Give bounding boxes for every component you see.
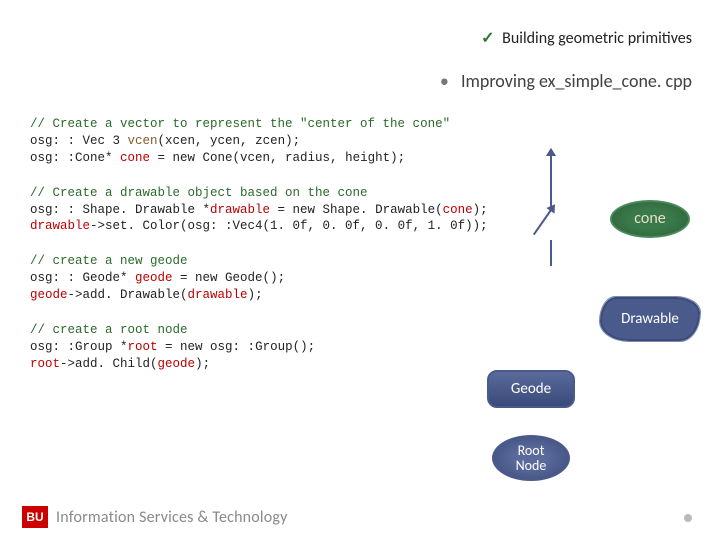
- code-comment: // Create a vector to represent the "cen…: [30, 116, 690, 133]
- page-dot-icon: [684, 514, 692, 522]
- arrow-icon: [550, 240, 552, 266]
- code-line: osg: : Vec 3 vcen(xcen, ycen, zcen);: [30, 133, 690, 150]
- check-icon: ✓: [481, 29, 494, 48]
- bullet-label: Improving ex_simple_cone. cpp: [461, 70, 692, 92]
- bullet-item: • Improving ex_simple_cone. cpp: [0, 70, 692, 92]
- node-label: Root Node: [516, 443, 547, 474]
- node-label: cone: [634, 210, 665, 228]
- node-label: Drawable: [621, 311, 679, 328]
- bullet-icon: •: [440, 70, 449, 92]
- checked-label: Building geometric primitives: [502, 29, 692, 48]
- scene-graph-diagram: cone Drawable Geode Root Node: [550, 155, 690, 485]
- diagram-node-root: Root Node: [492, 435, 570, 481]
- bu-logo: BU: [22, 506, 48, 528]
- node-label: Geode: [511, 381, 551, 398]
- diagram-node-geode: Geode: [487, 370, 575, 408]
- diagram-node-cone: cone: [610, 200, 690, 238]
- footer: BU Information Services & Technology: [22, 506, 288, 528]
- diagram-node-drawable: Drawable: [600, 297, 700, 341]
- logo-text: BU: [26, 510, 43, 524]
- checked-item: ✓ Building geometric primitives: [0, 28, 692, 48]
- footer-text: Information Services & Technology: [56, 508, 288, 527]
